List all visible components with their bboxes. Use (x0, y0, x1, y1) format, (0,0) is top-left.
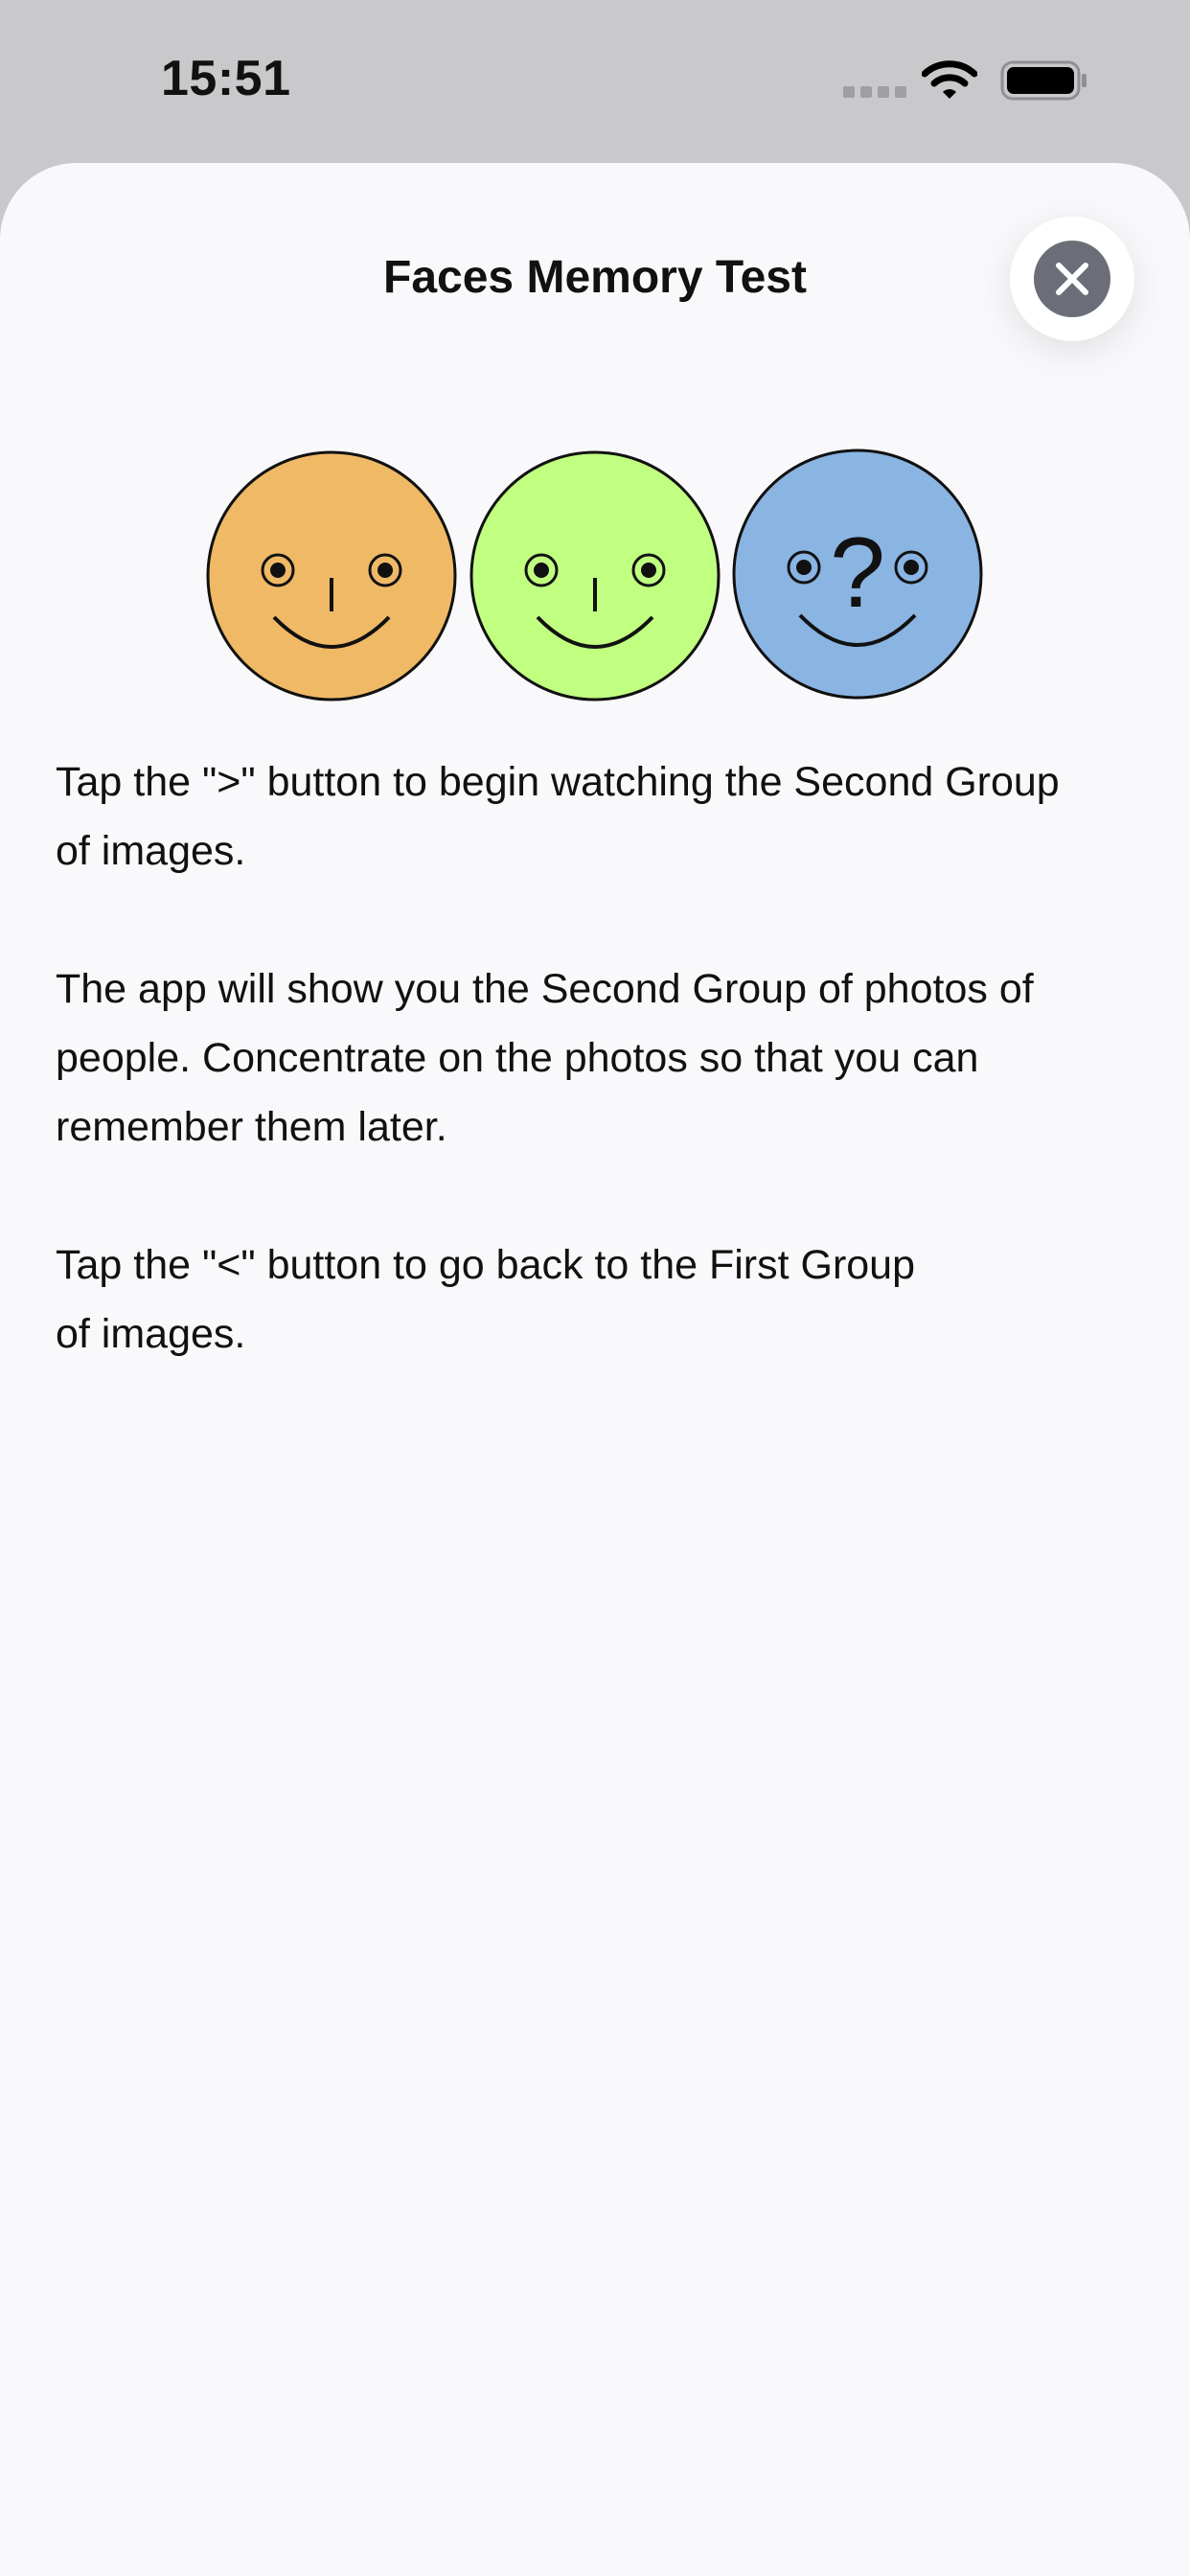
instruction-concentrate: The app will show you the Second Group o… (56, 954, 1148, 1162)
instruction-back-line-2: of images. (56, 1311, 246, 1357)
instruction-back-line-1: Tap the "<" button to go back to the Fir… (56, 1242, 916, 1288)
battery-icon (1000, 60, 1088, 101)
instructions: Tap the ">" button to begin watching the… (56, 748, 1148, 1438)
orange-face (206, 450, 457, 702)
status-time: 15:51 (161, 51, 291, 106)
instruction-concentrate-line-2: people. Concentrate on the photos so tha… (56, 1035, 979, 1081)
close-icon (1034, 241, 1110, 317)
status-bar: 15:51 (0, 0, 1190, 163)
instruction-concentrate-line-3: remember them later. (56, 1104, 447, 1150)
close-button[interactable] (1010, 217, 1134, 341)
instruction-concentrate-line-1: The app will show you the Second Group o… (56, 966, 1034, 1012)
instruction-next-line-2: of images. (56, 828, 246, 874)
modal-sheet: Faces Memory Test ? Tap the ">" button t… (0, 163, 1190, 2576)
wifi-icon (921, 59, 978, 102)
green-face (469, 450, 721, 702)
cellular-signal-icon (843, 86, 906, 100)
instruction-next-line-1: Tap the ">" button to begin watching the… (56, 759, 1060, 805)
faces-illustration: ? (205, 448, 985, 703)
question-mark: ? (830, 518, 885, 629)
instruction-back: Tap the "<" button to go back to the Fir… (56, 1230, 1148, 1368)
instruction-next: Tap the ">" button to begin watching the… (56, 748, 1148, 886)
